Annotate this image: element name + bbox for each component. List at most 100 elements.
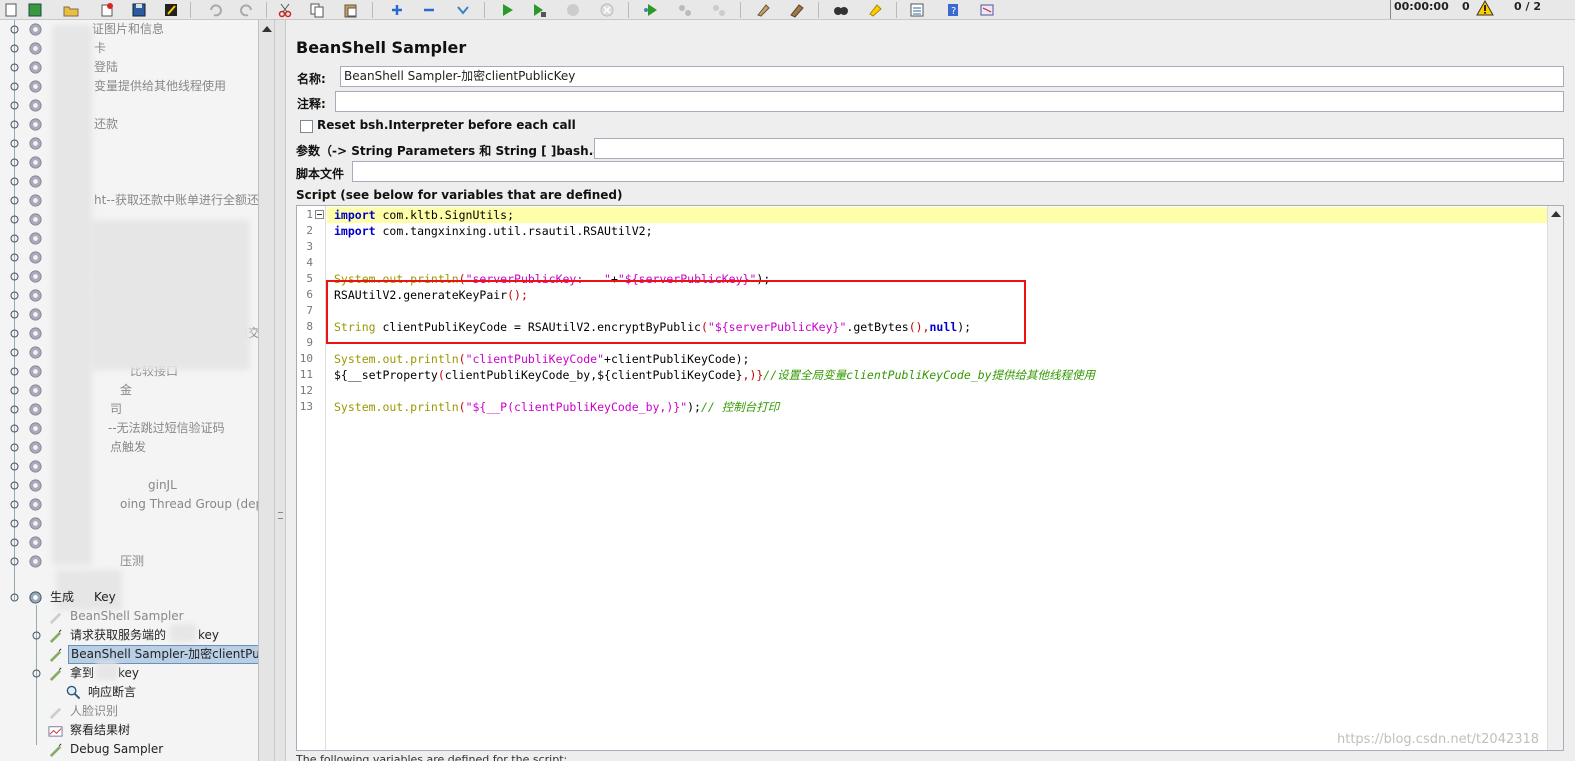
copy-icon[interactable]: [306, 0, 328, 19]
expand-toggle-icon[interactable]: [10, 63, 19, 72]
open-icon[interactable]: [60, 0, 82, 19]
tree-item[interactable]: ginJL: [0, 476, 258, 495]
tree-item-assertion[interactable]: 响应断言: [0, 683, 258, 702]
remote-stop-icon[interactable]: [674, 0, 696, 19]
expand-toggle-icon[interactable]: [32, 631, 41, 640]
tree-item[interactable]: 证图片和信息: [0, 20, 258, 39]
tree-scrollbar[interactable]: [258, 20, 274, 761]
name-field[interactable]: BeanShell Sampler-加密clientPublicKey: [340, 66, 1564, 87]
expand-toggle-icon[interactable]: [10, 310, 19, 319]
scroll-up-icon[interactable]: [1551, 211, 1561, 217]
tree-item-get-key[interactable]: 拿到 key: [0, 664, 258, 683]
warning-count[interactable]: 0: [1462, 0, 1494, 16]
help-icon[interactable]: ?: [942, 0, 964, 19]
cut-icon[interactable]: [274, 0, 296, 19]
tree-item[interactable]: 卡: [0, 39, 258, 58]
editor-scrollbar[interactable]: [1547, 206, 1563, 750]
splitter-grip-icon[interactable]: [278, 512, 283, 519]
expand-toggle-icon[interactable]: [10, 196, 19, 205]
tree-item[interactable]: 变量提供给其他线程使用: [0, 77, 258, 96]
expand-toggle-icon[interactable]: [10, 215, 19, 224]
expand-toggle-icon[interactable]: [10, 367, 19, 376]
tree-item-debug[interactable]: Debug Sampler: [0, 740, 258, 759]
tree-item[interactable]: [0, 153, 258, 172]
tree-item[interactable]: 金: [0, 381, 258, 400]
function-helper-icon[interactable]: [906, 0, 928, 19]
shutdown-icon[interactable]: [596, 0, 618, 19]
expand-toggle-icon[interactable]: [10, 519, 19, 528]
expand-toggle-icon[interactable]: [10, 329, 19, 338]
tree-item[interactable]: [0, 533, 258, 552]
panel-splitter[interactable]: [274, 20, 286, 761]
tree-item[interactable]: [0, 172, 258, 191]
tree-item[interactable]: [0, 514, 258, 533]
paste-icon[interactable]: [340, 0, 362, 19]
tree-item-thread-group[interactable]: 生成 Key: [0, 588, 258, 607]
tree-item[interactable]: oing Thread Group (depre: [0, 495, 258, 514]
reset-search-icon[interactable]: [864, 0, 886, 19]
expand-icon[interactable]: [386, 0, 408, 19]
close-icon[interactable]: [96, 0, 118, 19]
tree-item-beanshell-disabled[interactable]: BeanShell Sampler: [0, 607, 258, 626]
script-editor[interactable]: 1 2 3 4 5 6 7 8 9 10 11 12 13 import com.kltb.SignUt…: [296, 205, 1564, 751]
tree-item[interactable]: 登陆: [0, 58, 258, 77]
clear-all-icon[interactable]: [786, 0, 808, 19]
tree-item-selected[interactable]: BeanShell Sampler-加密clientPubl: [0, 645, 258, 664]
tree-item-results-tree[interactable]: 察看结果树: [0, 721, 258, 740]
expand-toggle-icon[interactable]: [10, 253, 19, 262]
expand-toggle-icon[interactable]: [10, 44, 19, 53]
new-icon[interactable]: [0, 0, 22, 19]
remote-shutdown-icon[interactable]: [708, 0, 730, 19]
parameters-field[interactable]: [594, 138, 1564, 159]
tree-item-request-key[interactable]: 请求获取服务端的 key: [0, 626, 258, 645]
save-as-icon[interactable]: [160, 0, 182, 19]
expand-toggle-icon[interactable]: [10, 462, 19, 471]
expand-toggle-icon[interactable]: [10, 25, 19, 34]
expand-toggle-icon[interactable]: [10, 177, 19, 186]
expand-toggle-icon[interactable]: [10, 386, 19, 395]
expand-toggle-icon[interactable]: [10, 500, 19, 509]
tree-item-face[interactable]: 人脸识别: [0, 702, 258, 721]
expand-toggle-icon[interactable]: [10, 348, 19, 357]
script-file-field[interactable]: [352, 161, 1564, 182]
tree-item[interactable]: 司: [0, 400, 258, 419]
tree-item[interactable]: 还款: [0, 115, 258, 134]
save-icon[interactable]: [128, 0, 150, 19]
search-icon[interactable]: [830, 0, 852, 19]
expand-toggle-icon[interactable]: [10, 272, 19, 281]
templates-icon[interactable]: [24, 0, 46, 19]
start-no-pause-icon[interactable]: [528, 0, 550, 19]
start-icon[interactable]: [496, 0, 518, 19]
expand-toggle-icon[interactable]: [10, 405, 19, 414]
reset-interpreter-checkbox[interactable]: [300, 120, 313, 133]
tree-item[interactable]: ht--获取还款中账单进行全额还: [0, 191, 258, 210]
clear-icon[interactable]: [752, 0, 774, 19]
expand-toggle-icon[interactable]: [10, 443, 19, 452]
logger-icon[interactable]: [976, 0, 998, 19]
collapse-toggle-icon[interactable]: [10, 593, 19, 602]
expand-toggle-icon[interactable]: [10, 291, 19, 300]
expand-toggle-icon[interactable]: [10, 481, 19, 490]
tree-item[interactable]: 压测: [0, 552, 258, 571]
expand-toggle-icon[interactable]: [10, 424, 19, 433]
toggle-icon[interactable]: [452, 0, 474, 19]
expand-toggle-icon[interactable]: [10, 158, 19, 167]
tree-item[interactable]: [0, 134, 258, 153]
fold-toggle-icon[interactable]: [315, 210, 324, 219]
tree-item[interactable]: --无法跳过短信验证码: [0, 419, 258, 438]
tree-item[interactable]: 点触发: [0, 438, 258, 457]
undo-icon[interactable]: [204, 0, 226, 19]
expand-toggle-icon[interactable]: [10, 120, 19, 129]
expand-toggle-icon[interactable]: [10, 234, 19, 243]
expand-toggle-icon[interactable]: [10, 101, 19, 110]
expand-toggle-icon[interactable]: [10, 82, 19, 91]
expand-toggle-icon[interactable]: [10, 538, 19, 547]
expand-toggle-icon[interactable]: [10, 557, 19, 566]
expand-toggle-icon[interactable]: [10, 139, 19, 148]
collapse-toggle-icon[interactable]: [32, 669, 41, 678]
tree-item[interactable]: [0, 96, 258, 115]
redo-icon[interactable]: [236, 0, 258, 19]
collapse-icon[interactable]: [418, 0, 440, 19]
scroll-up-icon[interactable]: [262, 26, 272, 32]
comment-field[interactable]: [335, 91, 1564, 112]
